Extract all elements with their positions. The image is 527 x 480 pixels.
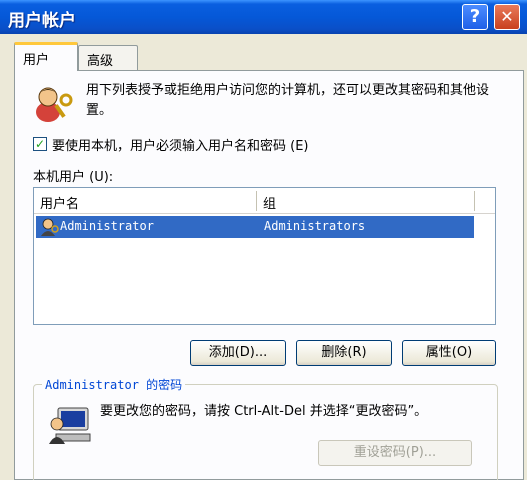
help-icon: ? <box>469 6 481 27</box>
require-login-checkbox[interactable]: ✓ <box>33 137 47 151</box>
title-bar[interactable]: 用户帐户 ? ✕ <box>0 0 527 34</box>
window-title: 用户帐户 <box>8 11 76 31</box>
column-header-username[interactable]: 用户名 <box>40 193 79 212</box>
computer-user-icon <box>49 407 91 444</box>
remove-user-button[interactable]: 删除(R) <box>296 340 392 366</box>
help-button[interactable]: ? <box>462 4 488 30</box>
password-instructions: 要更改您的密码，请按 Ctrl-Alt-Del 并选择“更改密码”。 <box>100 404 428 419</box>
properties-button[interactable]: 属性(O) <box>402 340 496 366</box>
user-icon <box>41 218 59 236</box>
close-icon: ✕ <box>500 7 514 26</box>
column-divider[interactable] <box>474 191 475 211</box>
close-button[interactable]: ✕ <box>494 4 520 30</box>
table-row[interactable]: Administrator Administrators <box>36 216 474 238</box>
add-user-button[interactable]: 添加(D)... <box>190 340 286 366</box>
tab-advanced[interactable]: 高级 <box>78 45 138 71</box>
users-key-icon <box>36 87 73 122</box>
tab-users[interactable]: 用户 <box>14 42 78 71</box>
require-login-label[interactable]: 要使用本机，用户必须输入用户名和密码 (E) <box>52 135 309 154</box>
local-users-list[interactable]: 用户名 组 Administrator Administrators <box>33 187 496 325</box>
row-username: Administrator <box>60 219 154 233</box>
password-group-legend: Administrator 的密码 <box>42 376 186 393</box>
reset-password-button[interactable]: 重设密码(P)... <box>318 440 472 466</box>
column-divider[interactable] <box>256 191 257 211</box>
intro-description: 用下列表授予或拒绝用户访问您的计算机，还可以更改其密码和其他设置。 <box>86 83 490 118</box>
column-header-group[interactable]: 组 <box>263 193 276 212</box>
local-users-label: 本机用户 (U): <box>33 170 114 185</box>
list-header: 用户名 组 <box>34 188 495 214</box>
row-group: Administrators <box>264 219 366 233</box>
